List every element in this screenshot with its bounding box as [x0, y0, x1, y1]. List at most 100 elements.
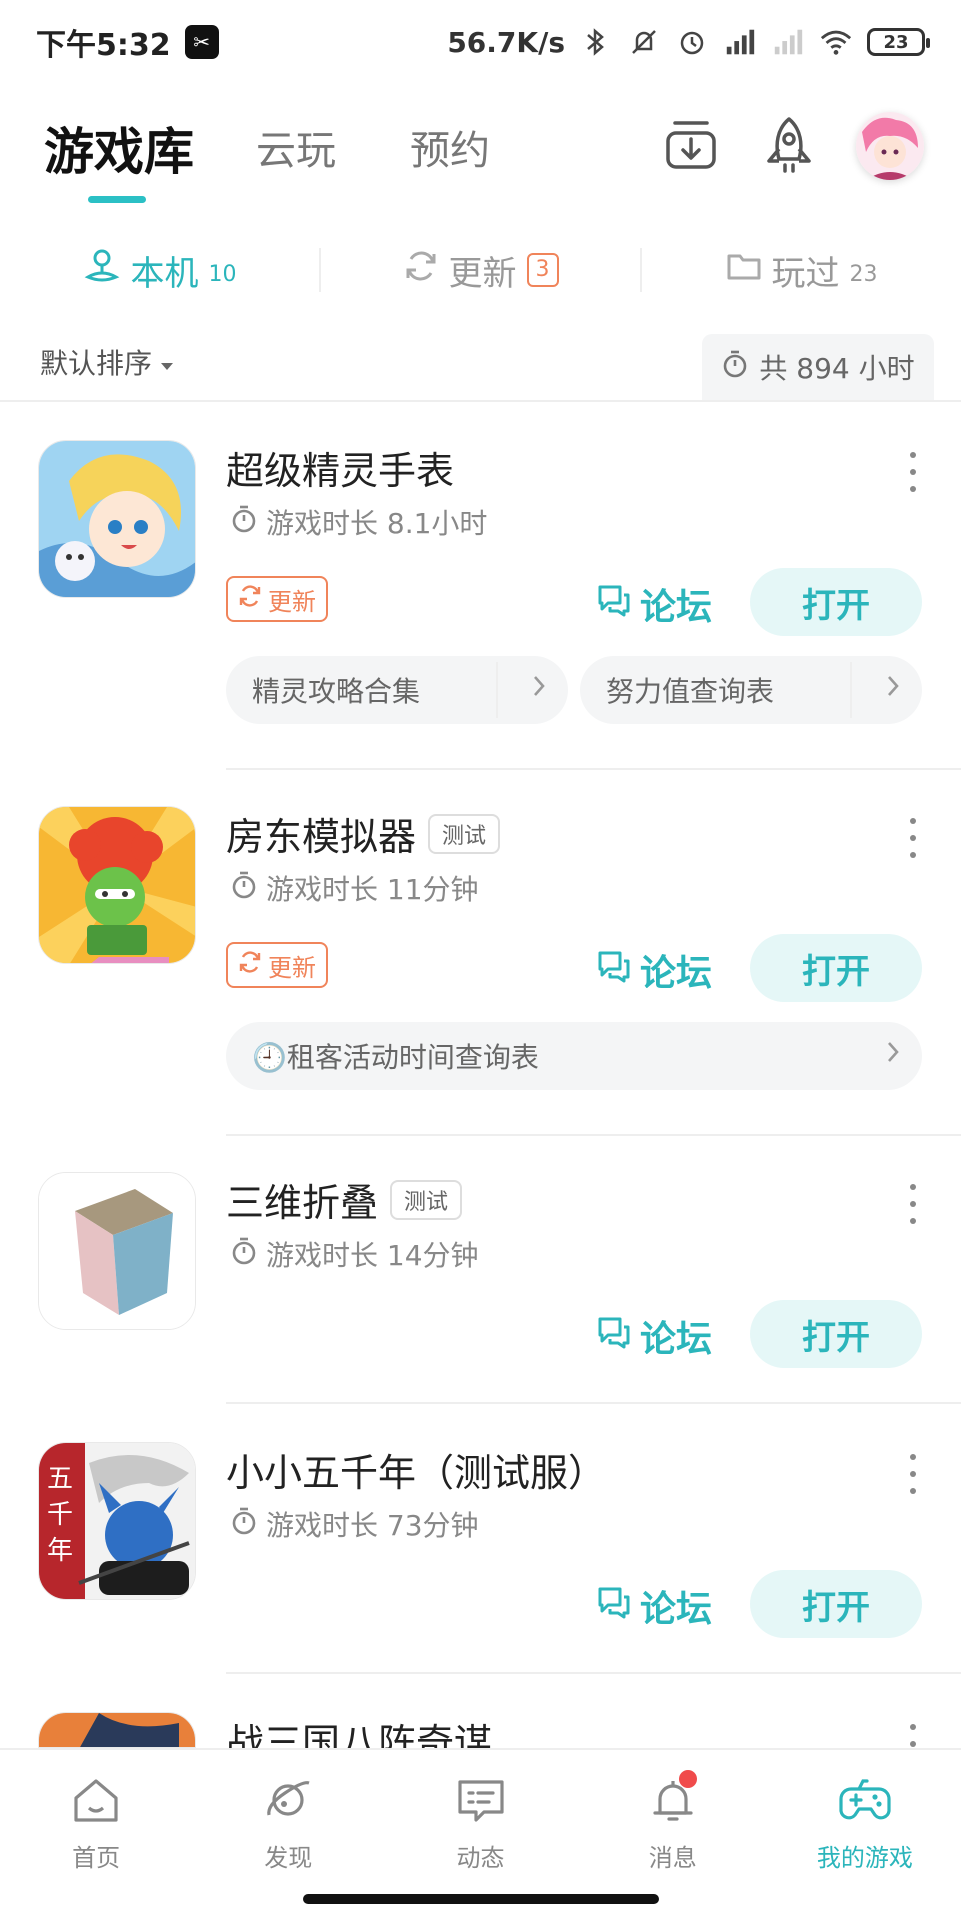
alarm-icon	[675, 25, 709, 59]
more-options-icon[interactable]	[906, 1184, 920, 1224]
game-title[interactable]: 小小五千年（测试服）	[226, 1442, 606, 1497]
unread-dot	[678, 1770, 697, 1788]
divider	[496, 662, 498, 718]
forum-button[interactable]: 论坛	[596, 578, 712, 630]
game-icon-super-spirit-watch[interactable]	[38, 440, 196, 598]
guide-chip[interactable]: 努力值查询表	[580, 656, 922, 724]
signal-hd-icon	[723, 25, 757, 59]
sub-tabs: 本机 10 更新 3 玩过 23	[0, 230, 961, 310]
divider	[0, 400, 961, 402]
game-title-text: 超级精灵手表	[226, 449, 455, 493]
forum-icon	[596, 1585, 632, 1628]
game-title[interactable]: 房东模拟器 测试	[226, 806, 501, 861]
game-icon-landlord-simulator[interactable]	[38, 806, 196, 964]
game-title[interactable]: 三维折叠 测试	[226, 1172, 463, 1227]
game-playtime: 游戏时长 73分钟	[230, 1504, 479, 1544]
nav-my-games-label: 我的游戏	[816, 1844, 913, 1872]
active-tab-indicator	[88, 196, 146, 203]
bell-off-icon	[627, 25, 661, 59]
forum-icon	[596, 583, 632, 626]
forum-label: 论坛	[640, 1319, 713, 1360]
tab-cloud-play[interactable]: 云玩	[256, 118, 336, 176]
gamepad-icon	[837, 1772, 893, 1828]
subtab-played-count: 23	[849, 261, 878, 287]
home-icon	[68, 1772, 124, 1828]
folder-icon	[726, 250, 762, 291]
subtab-updates[interactable]: 更新 3	[321, 246, 640, 295]
svg-text:五: 五	[47, 1464, 73, 1494]
subtab-local[interactable]: 本机 10	[0, 246, 319, 295]
guide-chip[interactable]: 🕘租客活动时间查询表	[226, 1022, 922, 1090]
download-manager-icon[interactable]	[660, 114, 722, 176]
subtab-updates-label: 更新	[448, 253, 517, 294]
nav-my-games[interactable]: 我的游戏	[769, 1750, 961, 1884]
nav-discover[interactable]: 发现	[192, 1750, 384, 1884]
message-card-icon	[453, 1772, 509, 1828]
open-button[interactable]: 打开	[750, 934, 922, 1002]
forum-button[interactable]: 论坛	[596, 944, 712, 996]
sort-row: 默认排序 共 894 小时	[0, 330, 961, 402]
game-title[interactable]: 超级精灵手表	[226, 440, 454, 495]
chevron-right-icon	[886, 1040, 900, 1071]
planet-icon	[260, 1772, 316, 1828]
playtime-text: 游戏时长 8.1小时	[266, 507, 488, 540]
avatar[interactable]	[856, 112, 924, 180]
divider	[226, 1402, 961, 1404]
update-count-badge: 3	[526, 253, 559, 287]
status-time: 下午5:32	[36, 28, 171, 63]
playtime-text: 游戏时长 73分钟	[266, 1509, 479, 1542]
forum-button[interactable]: 论坛	[596, 1580, 712, 1632]
nav-home-label: 首页	[72, 1844, 121, 1872]
open-button[interactable]: 打开	[750, 568, 922, 636]
chip-label: 精灵攻略合集	[252, 675, 421, 708]
game-title-text: 三维折叠	[226, 1181, 379, 1225]
game-icon-little-five-thousand-years[interactable]: 五 千 年	[38, 1442, 196, 1600]
update-button[interactable]: 更新	[226, 576, 328, 622]
more-options-icon[interactable]	[906, 1454, 920, 1494]
capcut-icon: ✂	[184, 25, 219, 59]
sort-dropdown[interactable]: 默认排序	[40, 342, 174, 382]
forum-button[interactable]: 论坛	[596, 1310, 712, 1362]
tab-game-library[interactable]: 游戏库	[44, 112, 194, 184]
update-button[interactable]: 更新	[226, 942, 328, 988]
subtab-local-label: 本机	[130, 253, 199, 294]
forum-label: 论坛	[640, 587, 713, 628]
nav-messages-label: 消息	[648, 1844, 697, 1872]
nav-home[interactable]: 首页	[0, 1750, 192, 1884]
more-options-icon[interactable]	[906, 452, 920, 492]
forum-icon	[596, 949, 632, 992]
total-playtime: 共 894 小时	[702, 334, 934, 400]
refresh-icon	[403, 248, 439, 293]
local-device-icon	[83, 247, 121, 294]
net-speed: 56.7K/s	[447, 25, 565, 59]
open-button[interactable]: 打开	[750, 1300, 922, 1368]
home-indicator[interactable]	[303, 1894, 659, 1904]
guide-chip[interactable]: 精灵攻略合集	[226, 656, 568, 724]
subtab-played[interactable]: 玩过 23	[642, 246, 961, 295]
chevron-right-icon	[886, 674, 900, 705]
playtime-text: 游戏时长 14分钟	[266, 1239, 479, 1272]
caret-down-icon	[160, 346, 174, 379]
forum-icon	[596, 1315, 632, 1358]
playtime-text: 游戏时长 11分钟	[266, 873, 479, 906]
refresh-icon	[238, 950, 262, 980]
battery-indicator: 23	[867, 28, 930, 56]
subtab-local-count: 10	[208, 261, 237, 287]
status-right: 56.7K/s 23	[447, 25, 930, 59]
game-icon-three-kingdoms[interactable]	[38, 1712, 196, 1748]
update-label: 更新	[268, 587, 316, 616]
sort-label: 默认排序	[40, 347, 153, 380]
stopwatch-icon	[230, 504, 258, 541]
game-icon-3d-fold[interactable]	[38, 1172, 196, 1330]
open-button[interactable]: 打开	[750, 1570, 922, 1638]
svg-text:年: 年	[47, 1536, 73, 1566]
more-options-icon[interactable]	[906, 818, 920, 858]
total-playtime-text: 共 894 小时	[759, 352, 915, 385]
rocket-icon[interactable]	[758, 114, 820, 176]
chip-label: 🕘租客活动时间查询表	[252, 1041, 539, 1074]
nav-feed-label: 动态	[456, 1844, 505, 1872]
nav-feed[interactable]: 动态	[384, 1750, 576, 1884]
stopwatch-icon	[721, 349, 749, 386]
tab-reservation[interactable]: 预约	[410, 118, 490, 176]
nav-messages[interactable]: 消息	[577, 1750, 769, 1884]
